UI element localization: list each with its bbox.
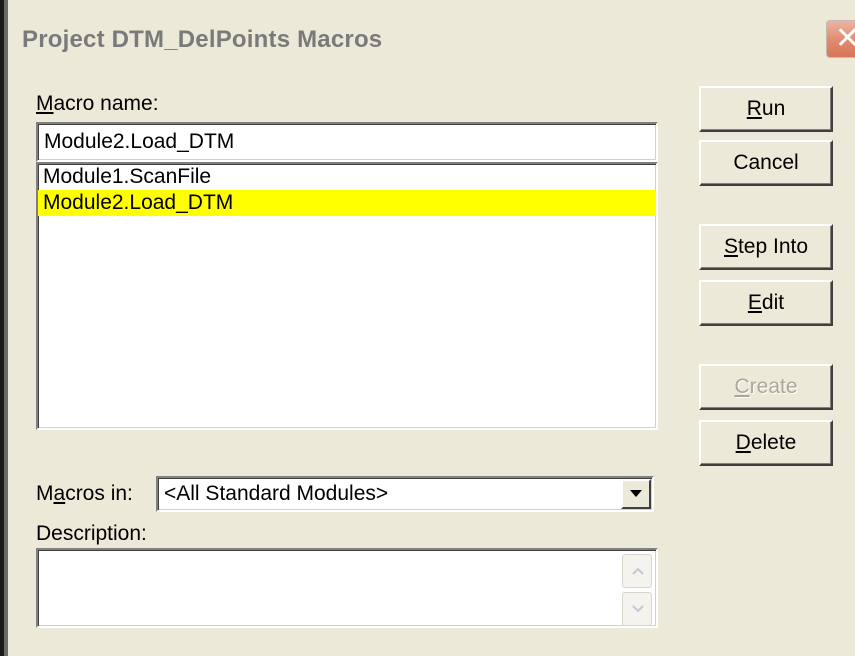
edit-button-label: dit xyxy=(761,291,785,314)
window-title: Project DTM_DelPoints Macros xyxy=(22,26,383,53)
macros-in-selected-value: <All Standard Modules> xyxy=(164,482,389,505)
window-left-border xyxy=(0,0,8,656)
macros-in-label-mnemonic: a xyxy=(53,482,66,505)
title-bar[interactable]: Project DTM_DelPoints Macros ✕ xyxy=(8,0,855,74)
description-label: Description: xyxy=(36,522,147,545)
macros-in-dropdown[interactable]: <All Standard Modules> xyxy=(156,476,654,512)
create-button-label: reate xyxy=(749,375,798,398)
run-button-label: un xyxy=(761,97,786,120)
step-into-button[interactable]: Step Into xyxy=(699,224,833,270)
step-into-button-mnemonic: S xyxy=(723,235,738,258)
macro-name-label-rest: acro name: xyxy=(53,92,159,115)
list-item[interactable]: Module1.ScanFile xyxy=(38,164,656,190)
scroll-down-button xyxy=(622,592,652,626)
scroll-up-button xyxy=(622,554,652,588)
delete-button-mnemonic: D xyxy=(735,431,751,454)
scroll-up-arrow-icon xyxy=(632,567,644,575)
macros-in-label-start: M xyxy=(36,482,54,505)
macros-in-label-end: cros in: xyxy=(65,482,133,505)
create-button: Create xyxy=(699,364,833,410)
delete-button-label: elete xyxy=(750,431,797,454)
close-icon: ✕ xyxy=(835,21,855,56)
edit-button-mnemonic: E xyxy=(747,291,762,314)
step-into-button-label: tep Into xyxy=(737,235,809,258)
list-item-selected[interactable]: Module2.Load_DTM xyxy=(38,190,656,216)
macro-list[interactable]: Module1.ScanFile Module2.Load_DTM xyxy=(36,162,658,430)
cancel-button-label: Cancel xyxy=(733,151,799,174)
scroll-down-arrow-icon xyxy=(632,605,644,613)
macros-in-label: Macros in: xyxy=(36,482,133,506)
create-button-mnemonic: C xyxy=(734,375,750,398)
description-scrollbar xyxy=(622,554,652,626)
delete-button[interactable]: Delete xyxy=(699,420,833,466)
macro-name-input[interactable] xyxy=(36,122,658,162)
edit-button[interactable]: Edit xyxy=(699,280,833,326)
description-box xyxy=(36,548,658,628)
cancel-button[interactable]: Cancel xyxy=(699,140,833,186)
close-button[interactable]: ✕ xyxy=(826,20,855,58)
macro-name-label-mnemonic: M xyxy=(36,92,54,115)
chevron-down-icon xyxy=(630,490,642,497)
macro-name-label: Macro name: xyxy=(36,92,159,116)
run-button[interactable]: Run xyxy=(699,86,833,132)
run-button-mnemonic: R xyxy=(746,97,762,120)
dropdown-arrow-button[interactable] xyxy=(621,479,651,509)
macros-dialog: Project DTM_DelPoints Macros ✕ Macro nam… xyxy=(0,0,855,656)
